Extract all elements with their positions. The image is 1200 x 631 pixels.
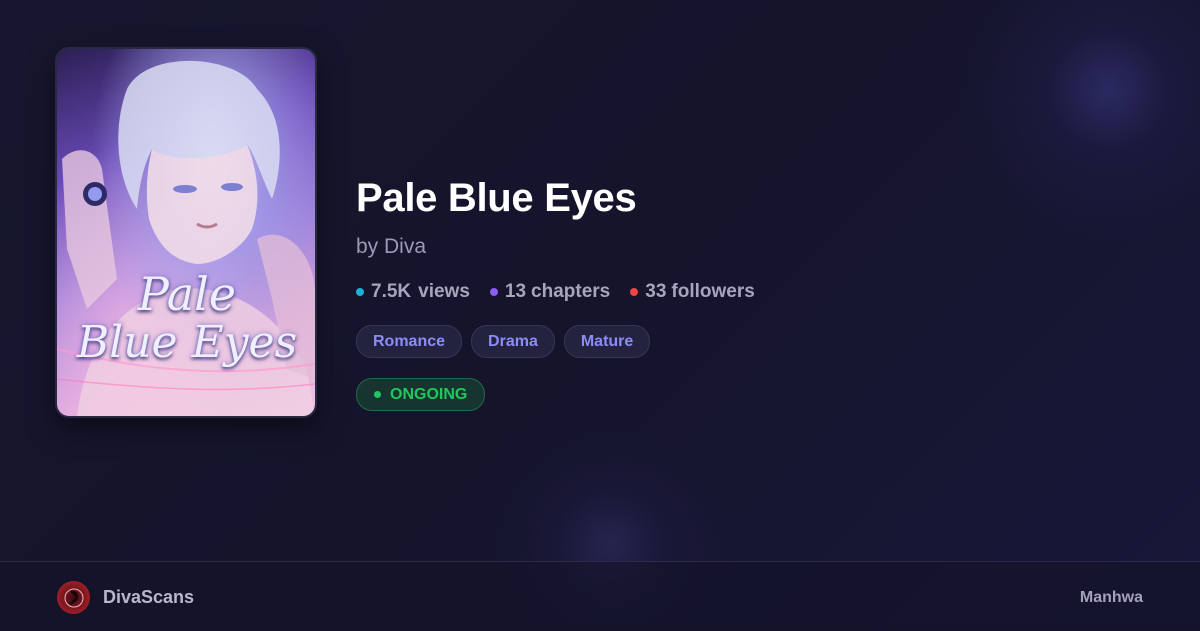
followers-count: 33 xyxy=(645,281,667,302)
series-type-label: Manhwa xyxy=(1079,589,1143,606)
tag-romance[interactable]: Romance xyxy=(356,325,463,358)
status-badge: ONGOING xyxy=(356,378,486,411)
cover-title-line-1: Pale xyxy=(137,267,237,321)
tag-mature[interactable]: Mature xyxy=(563,325,651,358)
chapters-count: 13 xyxy=(504,281,527,302)
status-dot-icon xyxy=(374,391,381,398)
divascans-logo-icon xyxy=(57,581,90,614)
views-count: 7.5K xyxy=(371,281,412,302)
cover-title: Pale Blue Eyes xyxy=(69,271,305,365)
followers-label: followers xyxy=(671,281,755,302)
stats-row: 7.5K views 13 chapters 33 followers xyxy=(356,281,755,303)
cover-image[interactable]: Pale Blue Eyes xyxy=(57,49,315,416)
genre-tags: Romance Drama Mature xyxy=(356,325,651,358)
followers-dot-icon xyxy=(630,288,639,296)
status-label: ONGOING xyxy=(390,385,468,403)
footer: DivaScans Manhwa xyxy=(0,561,1200,631)
cover-title-line-2: Blue Eyes xyxy=(76,317,298,368)
series-title: Pale Blue Eyes xyxy=(356,176,637,220)
brand[interactable]: DivaScans xyxy=(57,581,194,614)
tag-drama[interactable]: Drama xyxy=(471,325,555,358)
brand-name: DivaScans xyxy=(103,587,195,607)
stat-views: 7.5K views xyxy=(356,281,470,303)
series-author[interactable]: by Diva xyxy=(356,235,426,259)
views-label: views xyxy=(418,281,470,302)
stat-followers: 33 followers xyxy=(630,281,755,303)
chapters-dot-icon xyxy=(489,288,498,296)
chapters-label: chapters xyxy=(531,281,611,302)
views-dot-icon xyxy=(356,288,364,296)
stat-chapters: 13 chapters xyxy=(489,281,611,303)
